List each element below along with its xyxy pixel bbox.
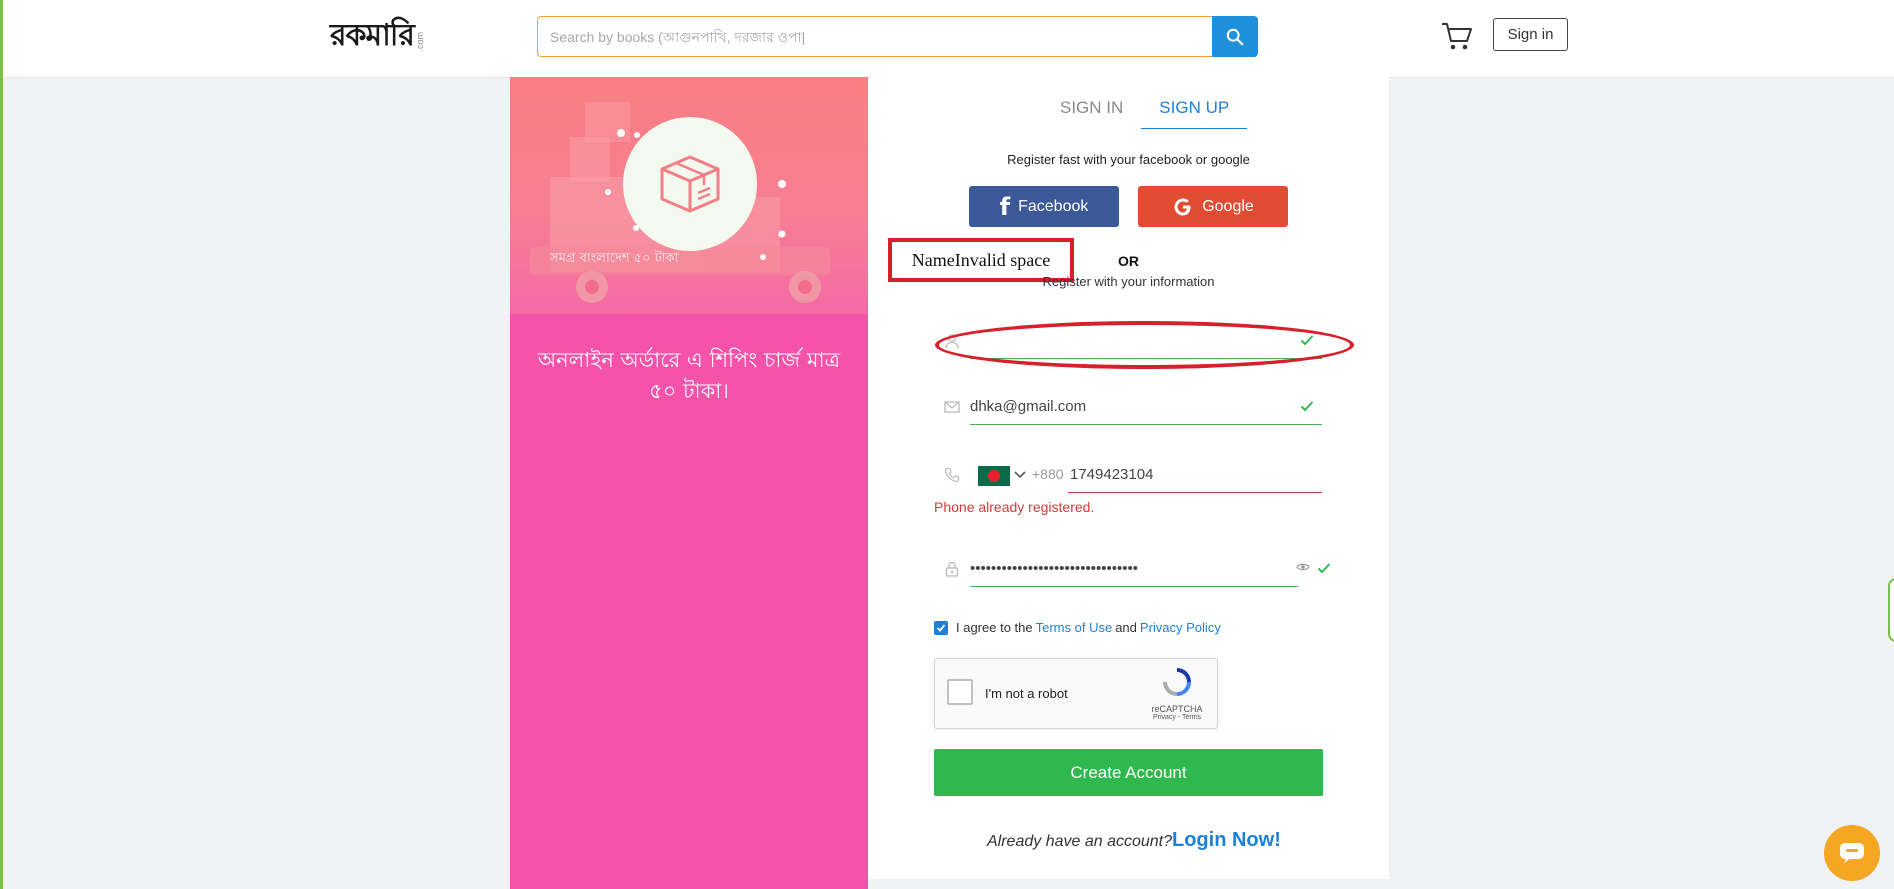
already-have-account-text: Already have an account? bbox=[987, 833, 1173, 850]
privacy-policy-link[interactable]: Privacy Policy bbox=[1140, 620, 1221, 635]
recaptcha-widget: I'm not a robot reCAPTCHA Privacy - Term… bbox=[934, 658, 1218, 729]
email-field bbox=[934, 387, 1322, 425]
logo-text: রকমারি bbox=[330, 18, 415, 53]
logo-suffix: .com bbox=[414, 32, 425, 52]
country-code: +880 bbox=[1032, 466, 1064, 482]
phone-error-text: Phone already registered. bbox=[934, 499, 1095, 515]
google-label: Google bbox=[1202, 197, 1254, 215]
recaptcha-brand: reCAPTCHA bbox=[1151, 704, 1203, 714]
email-underline bbox=[970, 424, 1322, 425]
agree-checkbox[interactable] bbox=[934, 620, 948, 635]
recaptcha-label: I'm not a robot bbox=[985, 686, 1068, 701]
tab-sign-in[interactable]: SIGN IN bbox=[1042, 88, 1141, 128]
promo-circle bbox=[623, 117, 757, 251]
password-underline bbox=[970, 586, 1298, 587]
annotation-label: NameInvalid space bbox=[911, 249, 1051, 270]
chevron-down-icon[interactable] bbox=[1014, 471, 1026, 479]
chat-button[interactable] bbox=[1824, 825, 1880, 881]
recaptcha-logo: reCAPTCHA Privacy - Terms bbox=[1147, 667, 1207, 721]
recaptcha-icon bbox=[1163, 668, 1191, 696]
password-field bbox=[934, 549, 1334, 587]
search-icon bbox=[1226, 28, 1244, 45]
site-logo[interactable]: রকমারি .com bbox=[330, 16, 425, 56]
register-info-text: Register with your information bbox=[1042, 274, 1215, 289]
facebook-label: Facebook bbox=[1018, 197, 1089, 215]
cart-button[interactable] bbox=[1440, 20, 1474, 52]
chat-icon bbox=[1840, 843, 1864, 863]
tab-sign-up[interactable]: SIGN UP bbox=[1141, 88, 1248, 129]
email-valid-check-icon bbox=[1300, 401, 1314, 412]
register-fast-text: Register fast with your facebook or goog… bbox=[1007, 152, 1250, 167]
create-account-button[interactable]: Create Account bbox=[934, 749, 1323, 796]
annotation-oval bbox=[935, 321, 1354, 369]
login-now-link[interactable]: Login Now! bbox=[1172, 829, 1281, 852]
facebook-icon: f bbox=[999, 192, 1011, 221]
box-icon bbox=[660, 155, 720, 213]
phone-input[interactable] bbox=[1070, 459, 1310, 489]
recaptcha-checkbox[interactable] bbox=[947, 679, 973, 705]
agree-prefix: I agree to the bbox=[956, 620, 1033, 635]
recaptcha-links[interactable]: Privacy - Terms bbox=[1147, 714, 1207, 721]
google-icon bbox=[1174, 198, 1191, 215]
promo-banner-text: সমগ্র বাংলাদেশ ৫০ টাকা bbox=[550, 251, 679, 266]
promo-illustration: সমগ্র বাংলাদেশ ৫০ টাকা bbox=[510, 77, 868, 314]
bangladesh-flag-icon[interactable] bbox=[978, 466, 1010, 486]
mail-icon bbox=[944, 401, 960, 413]
search-button[interactable] bbox=[1212, 16, 1258, 57]
promo-panel: সমগ্র বাংলাদেশ ৫০ টাকা অনলাইন অর্ডারে এ … bbox=[510, 77, 868, 889]
or-divider: OR bbox=[1118, 253, 1139, 269]
search-box[interactable] bbox=[537, 16, 1212, 57]
password-input[interactable] bbox=[970, 553, 1286, 583]
agree-and: and bbox=[1115, 620, 1137, 635]
facebook-button[interactable]: f Facebook bbox=[969, 186, 1119, 227]
auth-tabs: SIGN IN SIGN UP bbox=[1042, 88, 1248, 129]
eye-icon[interactable] bbox=[1296, 562, 1310, 572]
phone-icon bbox=[944, 467, 960, 483]
google-button[interactable]: Google bbox=[1138, 186, 1288, 227]
side-feedback-tab[interactable] bbox=[1888, 578, 1894, 642]
left-accent-bar bbox=[0, 0, 3, 889]
phone-underline bbox=[1068, 492, 1322, 493]
password-valid-check-icon bbox=[1317, 563, 1331, 574]
header-signin-button[interactable]: Sign in bbox=[1493, 18, 1568, 51]
promo-text: অনলাইন অর্ডারে এ শিপিং চার্জ মাত্র ৫০ টা… bbox=[537, 348, 841, 403]
lock-icon bbox=[945, 561, 959, 577]
phone-field: +880 bbox=[934, 455, 1322, 493]
checkmark-icon bbox=[936, 623, 946, 632]
search-input[interactable] bbox=[538, 17, 1212, 56]
agree-terms-row: I agree to the Terms of Use and Privacy … bbox=[934, 620, 1224, 635]
cart-icon bbox=[1442, 23, 1472, 50]
terms-of-use-link[interactable]: Terms of Use bbox=[1036, 620, 1113, 635]
email-input[interactable] bbox=[970, 391, 1270, 421]
